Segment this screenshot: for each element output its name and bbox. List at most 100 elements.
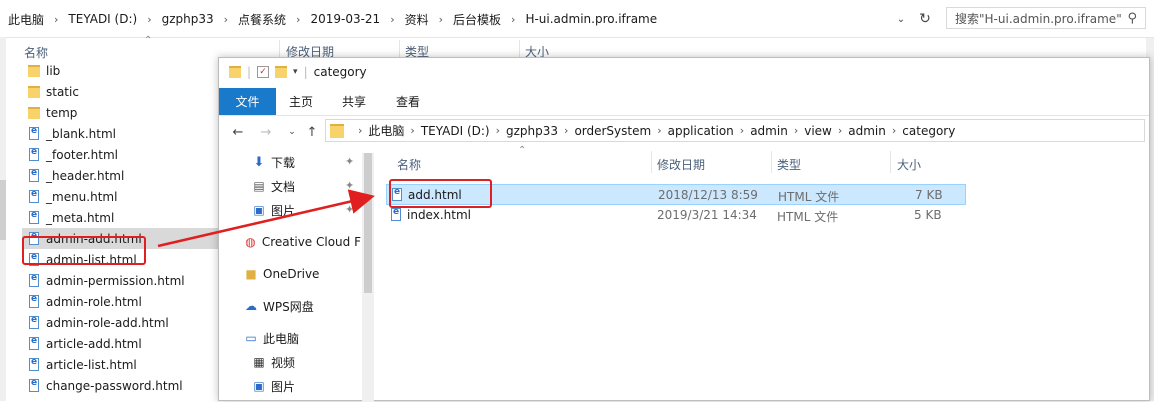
breadcrumb-separator-icon[interactable]: ›	[490, 124, 506, 137]
html-file-icon	[29, 357, 39, 371]
breadcrumb-item[interactable]: view	[804, 124, 832, 138]
breadcrumb-separator-icon[interactable]: ›	[352, 124, 368, 137]
breadcrumb-item[interactable]: 点餐系统	[234, 11, 290, 28]
breadcrumb-separator-icon[interactable]: ›	[788, 124, 804, 137]
folder-icon[interactable]	[229, 66, 241, 78]
list-item[interactable]: _footer.html	[22, 144, 218, 165]
breadcrumb-item[interactable]: TEYADI (D:)	[421, 124, 490, 138]
background-left-scroll-thumb[interactable]	[0, 180, 6, 240]
background-breadcrumb[interactable]: 此电脑 › TEYADI (D:) › gzphp33 › 点餐系统 › 2019-03-21 ›…	[4, 9, 661, 29]
breadcrumb-item[interactable]: 2019-03-21	[306, 12, 384, 26]
properties-icon[interactable]: ✓	[257, 66, 270, 78]
list-item[interactable]: admin-role.html	[22, 291, 218, 312]
folder-icon: ■	[245, 267, 257, 281]
nav-item[interactable]: ▭ 此电脑	[243, 327, 361, 349]
tab-share[interactable]: 共享	[329, 88, 379, 115]
list-item[interactable]: _meta.html	[22, 207, 218, 228]
highlight-box-admin-add	[22, 236, 146, 265]
recent-dropdown-icon[interactable]: ⌄	[283, 123, 301, 141]
column-name[interactable]: 名称	[24, 44, 48, 61]
background-address-bar[interactable]: 此电脑 › TEYADI (D:) › gzphp33 › 点餐系统 › 2019-03-21 ›…	[0, 0, 1154, 38]
customize-dropdown-icon[interactable]: ▾	[293, 67, 298, 77]
nav-item[interactable]: ■ OneDrive	[243, 263, 361, 285]
breadcrumb-item[interactable]: orderSystem	[574, 124, 651, 138]
breadcrumb-separator-icon[interactable]: ›	[886, 124, 902, 137]
nav-item-label: 文档	[271, 179, 296, 194]
list-item-label: static	[46, 84, 79, 99]
list-item[interactable]: admin-role-add.html	[22, 312, 218, 333]
file-name: index.html	[407, 208, 471, 222]
breadcrumb-item[interactable]: admin	[848, 124, 886, 138]
breadcrumb-separator-icon[interactable]: ›	[384, 13, 400, 26]
list-item[interactable]: _header.html	[22, 165, 218, 186]
breadcrumb-separator-icon[interactable]: ›	[651, 124, 667, 137]
breadcrumb-item[interactable]: application	[668, 124, 734, 138]
breadcrumb-separator-icon[interactable]: ›	[734, 124, 750, 137]
list-item[interactable]: _blank.html	[22, 123, 218, 144]
breadcrumb-separator-icon[interactable]: ›	[290, 13, 306, 26]
breadcrumb-item[interactable]: 后台模板	[449, 11, 505, 28]
tab-home[interactable]: 主页	[276, 88, 326, 115]
table-row[interactable]: index.html 2019/3/21 14:34 HTML 文件 5 KB	[386, 205, 966, 226]
list-item[interactable]: lib	[22, 60, 218, 81]
folder-icon	[28, 85, 40, 98]
document-icon: ▤	[253, 179, 265, 193]
breadcrumb-separator-icon[interactable]: ›	[404, 124, 420, 137]
creative-cloud-icon: ◍	[245, 235, 256, 249]
column-size[interactable]: 大小	[897, 156, 921, 173]
search-input[interactable]: 搜索"H-ui.admin.pro.iframe" ⚲	[946, 7, 1146, 29]
computer-icon: ▭	[245, 331, 257, 345]
refresh-icon[interactable]: ↻	[914, 8, 936, 30]
chevron-down-icon[interactable]: ⌄	[890, 8, 912, 30]
breadcrumb-item[interactable]: gzphp33	[506, 124, 558, 138]
list-item-label: change-password.html	[46, 378, 183, 393]
pin-icon[interactable]: ✦	[345, 203, 354, 216]
list-item[interactable]: change-password.html	[22, 375, 218, 396]
navigation-bar: ← → ⌄ ↑ › 此电脑 › TEYADI (D:) › gzphp33 › orderSy…	[219, 115, 1149, 147]
breadcrumb-separator-icon[interactable]: ›	[141, 13, 157, 26]
list-item-label: temp	[46, 105, 78, 120]
breadcrumb-separator-icon[interactable]: ›	[832, 124, 848, 137]
column-name[interactable]: 名称	[397, 156, 421, 173]
nav-item[interactable]: ☁ WPS网盘	[243, 295, 361, 317]
sort-up-icon: ⌃	[518, 145, 527, 156]
column-type[interactable]: 类型	[777, 156, 801, 173]
nav-item[interactable]: ▣ 图片	[251, 375, 369, 397]
list-item[interactable]: temp	[22, 102, 218, 123]
breadcrumb-separator-icon[interactable]: ›	[48, 13, 64, 26]
pin-icon[interactable]: ✦	[345, 179, 354, 192]
breadcrumb-item[interactable]: 此电脑	[4, 11, 48, 28]
breadcrumb-item[interactable]: TEYADI (D:)	[64, 12, 141, 26]
forward-icon[interactable]: →	[257, 123, 275, 141]
explorer-window: | ✓ ▾ | category 文件 主页 共享 查看 ← → ⌄ ↑ › 此电…	[218, 57, 1150, 402]
nav-item[interactable]: ◍ Creative Cloud F	[243, 231, 361, 253]
new-folder-icon[interactable]	[275, 66, 288, 78]
breadcrumb-item[interactable]: gzphp33	[158, 12, 218, 26]
address-breadcrumb[interactable]: › 此电脑 › TEYADI (D:) › gzphp33 › orderSystem › app…	[325, 119, 1145, 142]
tab-view[interactable]: 查看	[383, 88, 433, 115]
list-item[interactable]: _menu.html	[22, 186, 218, 207]
breadcrumb-separator-icon[interactable]: ›	[433, 13, 449, 26]
file-type: HTML 文件	[778, 190, 840, 204]
list-item[interactable]: article-add.html	[22, 333, 218, 354]
breadcrumb-item[interactable]: category	[902, 124, 955, 138]
breadcrumb-item[interactable]: 资料	[401, 11, 433, 28]
up-icon[interactable]: ↑	[303, 123, 321, 141]
column-date[interactable]: 修改日期	[657, 156, 705, 173]
breadcrumb-separator-icon[interactable]: ›	[218, 13, 234, 26]
breadcrumb-item[interactable]: 此电脑	[368, 122, 404, 139]
list-item[interactable]: static	[22, 81, 218, 102]
breadcrumb-separator-icon[interactable]: ›	[505, 13, 521, 26]
list-item-label: admin-role-add.html	[46, 315, 169, 330]
pin-icon[interactable]: ✦	[345, 155, 354, 168]
breadcrumb-item[interactable]: H-ui.admin.pro.iframe	[521, 12, 661, 26]
back-icon[interactable]: ←	[229, 123, 247, 141]
list-item[interactable]: admin-permission.html	[22, 270, 218, 291]
breadcrumb-item[interactable]: admin	[750, 124, 788, 138]
list-item[interactable]: article-list.html	[22, 354, 218, 375]
navigation-pane-scroll-thumb[interactable]	[364, 153, 372, 293]
tab-file[interactable]: 文件	[219, 88, 276, 115]
breadcrumb-separator-icon[interactable]: ›	[558, 124, 574, 137]
nav-item[interactable]: ▦ 视频	[251, 351, 369, 373]
cloud-icon: ☁	[245, 299, 257, 313]
